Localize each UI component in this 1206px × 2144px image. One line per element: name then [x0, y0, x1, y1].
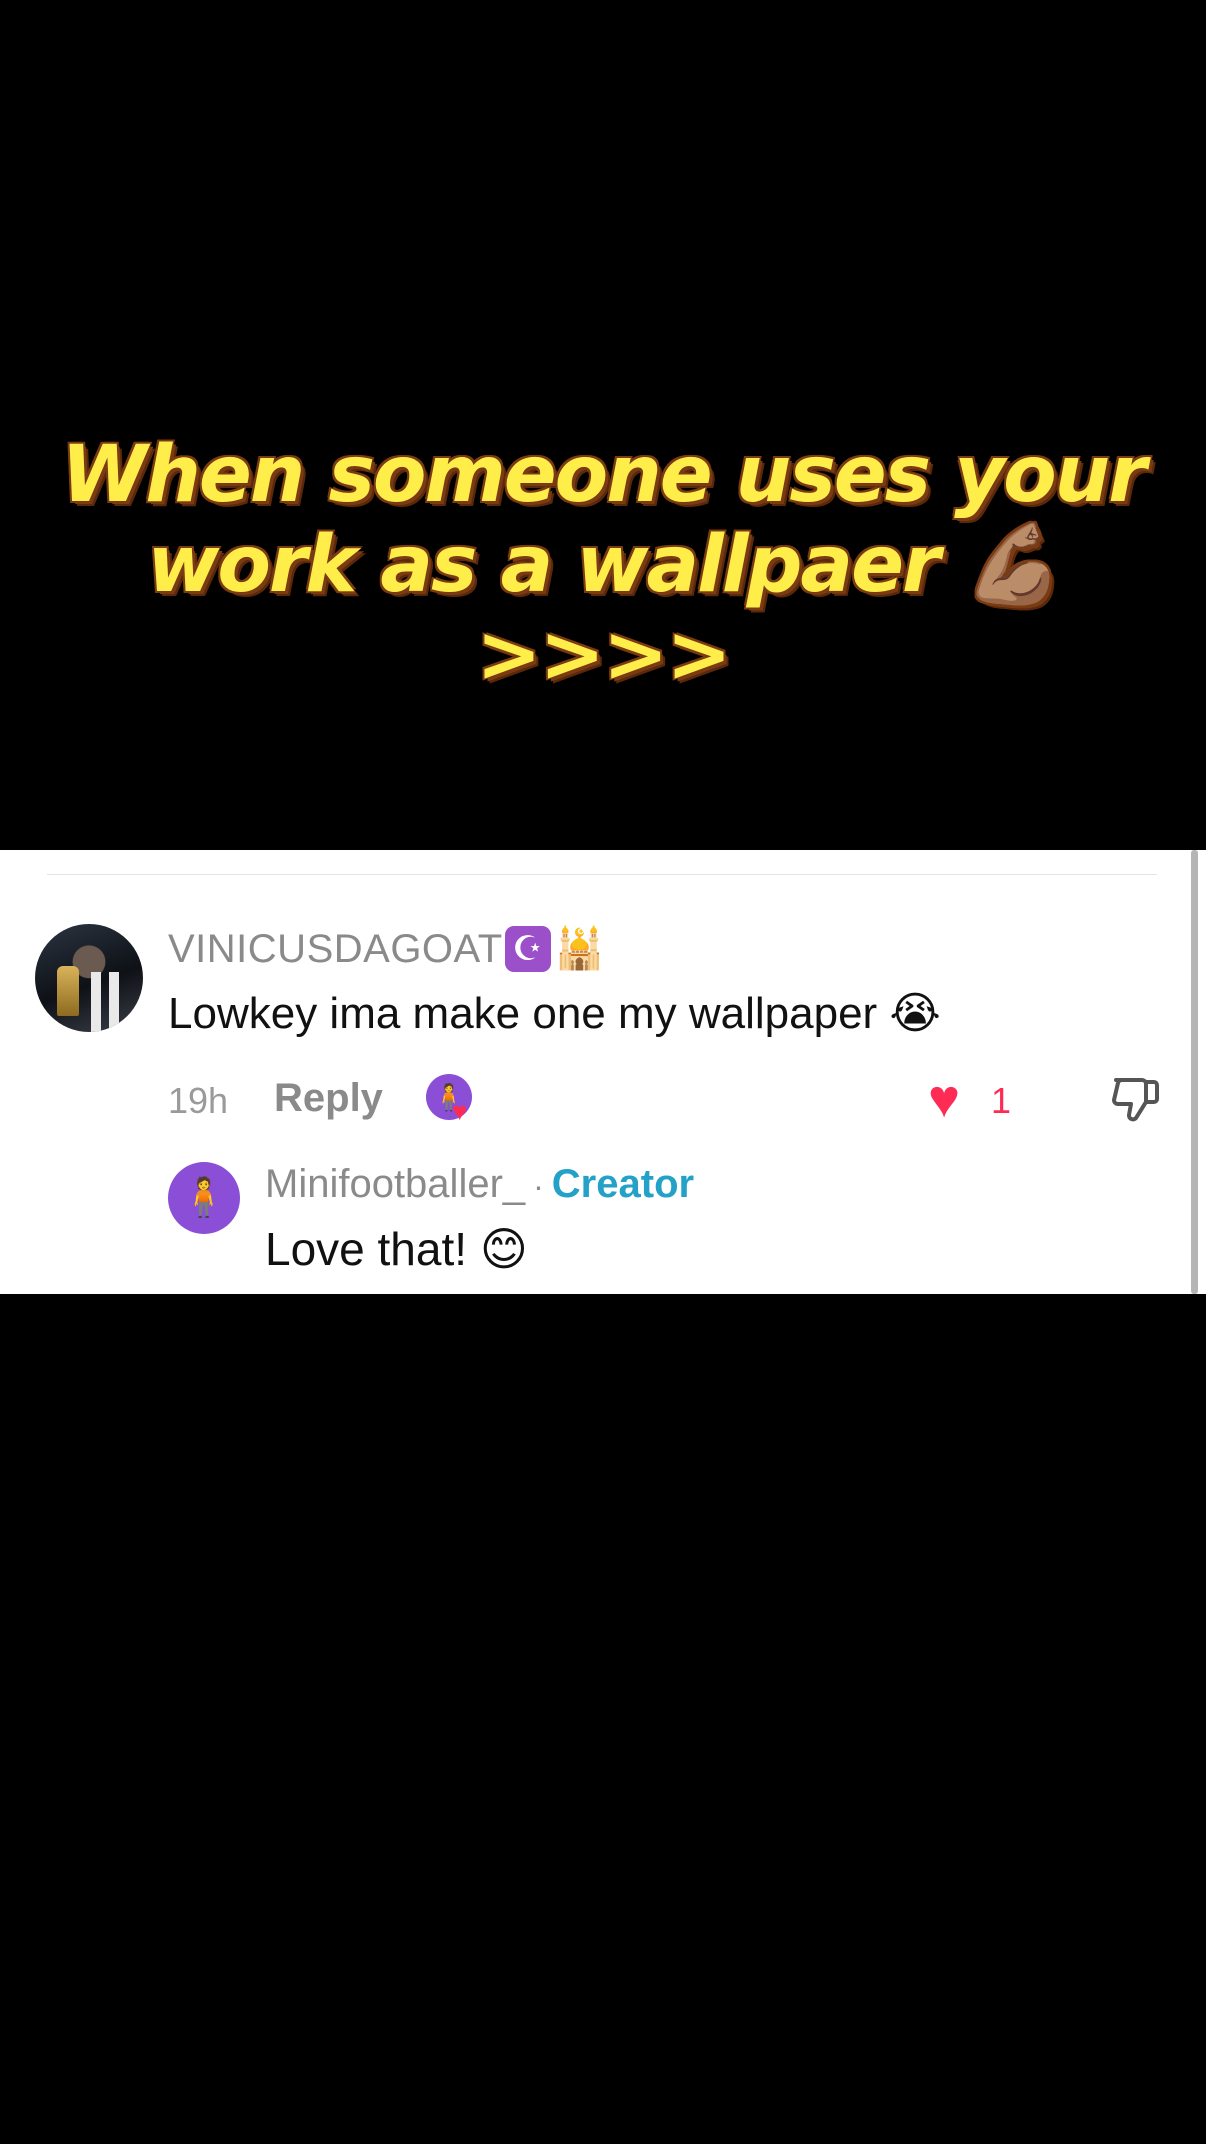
comment-actions: 19h Reply 🧍 ♥ ♥ 1	[168, 1072, 1168, 1128]
star-crescent-icon: ☪	[504, 926, 551, 972]
avatar[interactable]	[35, 924, 143, 1032]
shirt-stripe	[91, 972, 101, 1032]
creator-label: Creator	[551, 1162, 695, 1206]
reply-avatar[interactable]: 🧍	[168, 1162, 240, 1234]
video-caption: When someone uses your work as a wallpae…	[0, 430, 1206, 700]
creator-liked-heart-icon: ♥	[452, 1096, 468, 1126]
separator-dot: ·	[533, 1168, 544, 1204]
like-count: 1	[991, 1080, 1012, 1121]
caption-line-1: When someone uses your	[61, 430, 1146, 520]
heart-icon[interactable]: ♥	[928, 1072, 960, 1126]
username-text: VINICUSDAGOAT	[168, 926, 503, 971]
reply-text: Love that! 😊	[265, 1223, 528, 1275]
divider	[47, 874, 1157, 875]
comment-text: Lowkey ima make one my wallpaper 😭	[168, 989, 941, 1038]
reply-button[interactable]: Reply	[274, 1076, 383, 1121]
shirt-stripe	[109, 972, 119, 1032]
comment-timestamp: 19h	[168, 1080, 229, 1121]
comment-username[interactable]: VINICUSDAGOAT ☪ 🕌	[168, 926, 605, 972]
comment-card: VINICUSDAGOAT ☪ 🕌 Lowkey ima make one my…	[0, 850, 1206, 1294]
caption-line-2: work as a wallpaer 💪🏽	[147, 520, 1060, 610]
scrollbar[interactable]	[1191, 850, 1198, 1294]
mosque-icon: 🕌	[554, 927, 605, 971]
caption-line-3: >>>>	[476, 610, 731, 700]
reply-username-row[interactable]: Minifootballer_ · Creator	[265, 1162, 694, 1207]
reply-username: Minifootballer_	[265, 1162, 526, 1206]
thumbs-down-icon[interactable]	[1108, 1070, 1164, 1126]
trophy-shape	[57, 966, 79, 1016]
